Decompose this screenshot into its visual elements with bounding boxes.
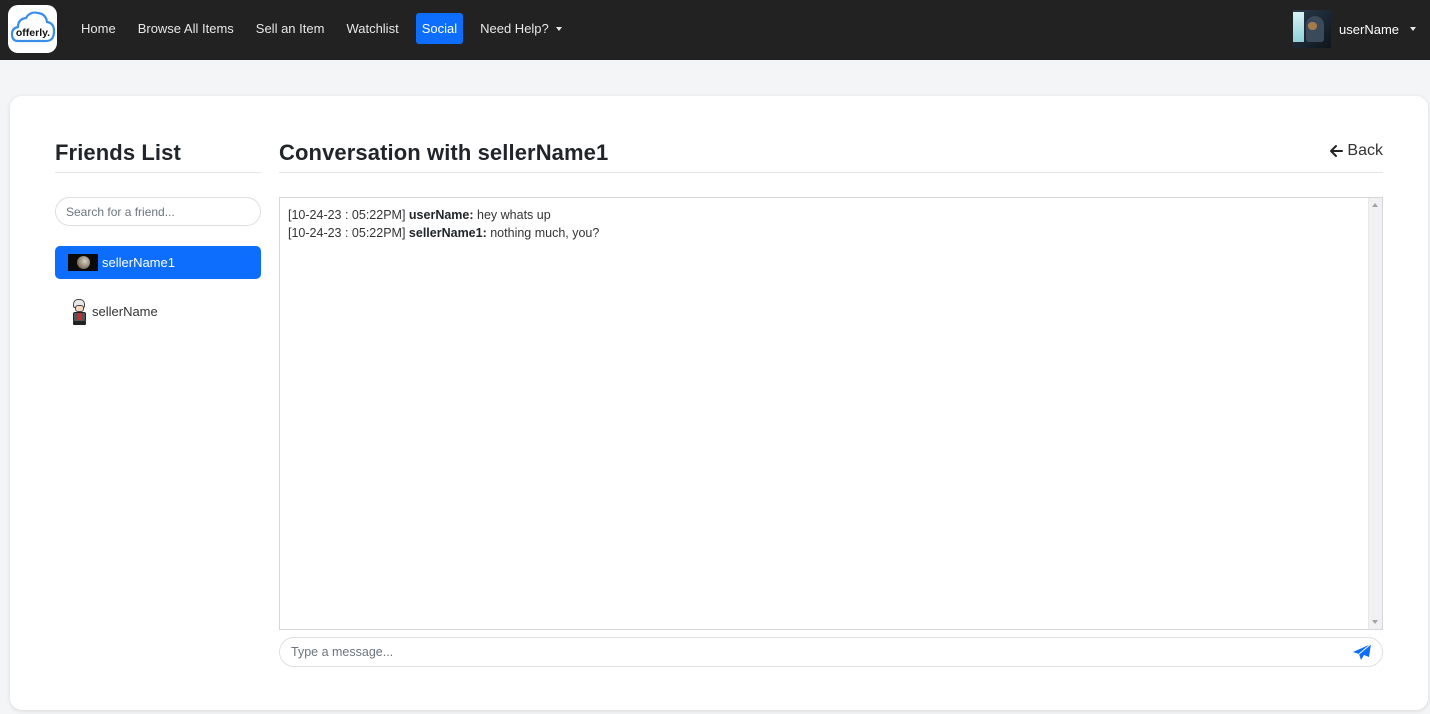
nav-watchlist-label: Watchlist bbox=[346, 21, 399, 36]
messages-scrollbar[interactable] bbox=[1368, 198, 1382, 629]
avatar-screen-detail bbox=[1293, 12, 1305, 42]
message-timestamp: [10-24-23 : 05:22PM] bbox=[288, 226, 406, 240]
nav-home[interactable]: Home bbox=[70, 13, 127, 44]
nav-sell-an-item[interactable]: Sell an Item bbox=[245, 13, 336, 44]
nav-browse-label: Browse All Items bbox=[137, 21, 234, 36]
cloud-logo-icon: offerly. bbox=[10, 11, 55, 43]
friend-search-input[interactable] bbox=[55, 197, 261, 226]
back-button[interactable]: Back bbox=[1329, 142, 1383, 160]
character-avatar-icon bbox=[71, 298, 88, 325]
messages-area: [10-24-23 : 05:22PM] userName: hey whats… bbox=[279, 197, 1383, 630]
planet-avatar-icon bbox=[68, 254, 98, 271]
friends-list-title: Friends List bbox=[55, 138, 261, 173]
svg-text:offerly.: offerly. bbox=[15, 27, 49, 39]
conversation-panel: Conversation with sellerName1 Back [10-2… bbox=[279, 138, 1383, 667]
message-item: [10-24-23 : 05:22PM] sellerName1: nothin… bbox=[288, 224, 1362, 242]
offerly-logo[interactable]: offerly. bbox=[8, 5, 57, 53]
conversation-header: Conversation with sellerName1 Back bbox=[279, 138, 1383, 173]
nav-social[interactable]: Social bbox=[415, 13, 464, 44]
message-item: [10-24-23 : 05:22PM] userName: hey whats… bbox=[288, 206, 1362, 224]
caret-down-icon bbox=[1410, 27, 1416, 31]
friend-name: sellerName1 bbox=[102, 255, 175, 270]
top-navbar: offerly. Home Browse All Items Sell an I… bbox=[0, 0, 1430, 60]
nav-need-help-dropdown[interactable]: Need Help? bbox=[469, 13, 573, 44]
nav-social-label: Social bbox=[421, 21, 458, 36]
nav-watchlist[interactable]: Watchlist bbox=[335, 13, 409, 44]
message-sender: userName: bbox=[408, 208, 474, 222]
user-avatar bbox=[1293, 10, 1332, 48]
scroll-down-icon[interactable] bbox=[1372, 620, 1378, 624]
conversation-title: Conversation with sellerName1 bbox=[279, 138, 1383, 173]
social-card: Friends List sellerName1 sellerName Conv… bbox=[10, 96, 1428, 710]
message-input[interactable] bbox=[279, 637, 1383, 667]
message-compose bbox=[279, 637, 1383, 667]
nav-home-label: Home bbox=[81, 21, 116, 36]
message-list: [10-24-23 : 05:22PM] userName: hey whats… bbox=[288, 206, 1362, 242]
nav-links: Home Browse All Items Sell an Item Watch… bbox=[70, 13, 573, 44]
message-text: hey whats up bbox=[477, 208, 551, 222]
user-menu-dropdown[interactable]: userName bbox=[1293, 10, 1416, 48]
paper-plane-icon bbox=[1353, 643, 1372, 660]
message-text: nothing much, you? bbox=[490, 226, 600, 240]
avatar-face-detail bbox=[1308, 22, 1318, 30]
user-name: userName bbox=[1339, 21, 1399, 37]
nav-sell-label: Sell an Item bbox=[255, 21, 325, 36]
scroll-up-icon[interactable] bbox=[1372, 203, 1378, 207]
message-sender: sellerName1: bbox=[408, 226, 487, 240]
nav-browse-all-items[interactable]: Browse All Items bbox=[127, 13, 245, 44]
caret-down-icon bbox=[555, 26, 562, 31]
friend-item-sellername1[interactable]: sellerName1 bbox=[55, 246, 261, 279]
friends-panel: Friends List sellerName1 sellerName bbox=[55, 138, 261, 328]
nav-need-help-label: Need Help? bbox=[480, 21, 549, 36]
friend-name: sellerName bbox=[92, 304, 158, 319]
arrow-left-icon bbox=[1330, 145, 1344, 157]
send-button[interactable] bbox=[1351, 642, 1373, 662]
message-timestamp: [10-24-23 : 05:22PM] bbox=[288, 208, 406, 222]
back-label: Back bbox=[1347, 142, 1383, 159]
friend-item-sellername[interactable]: sellerName bbox=[55, 295, 261, 328]
